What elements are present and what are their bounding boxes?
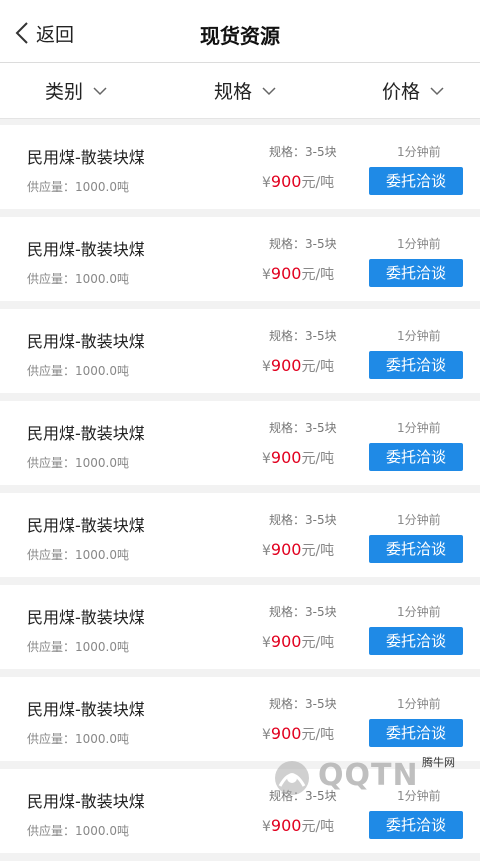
item-price: ¥900元/吨 [262, 724, 334, 744]
item-spec: 规格：3-5块 [269, 329, 337, 343]
list-item[interactable]: 民用煤-散装块煤 供应量：1000.0吨 规格：3-5块 ¥900元/吨 1分钟… [0, 401, 480, 485]
price-value: 900 [270, 540, 302, 559]
item-supply: 供应量：1000.0吨 [27, 732, 129, 746]
price-currency: ¥ [262, 175, 271, 191]
negotiate-button[interactable]: 委托洽谈 [369, 811, 463, 839]
list-item[interactable]: 民用煤-散装块煤 供应量：1000.0吨 规格：3-5块 ¥900元/吨 1分钟… [0, 493, 480, 577]
item-name: 民用煤-散装块煤 [27, 792, 145, 811]
item-supply: 供应量：1000.0吨 [27, 272, 129, 286]
page-title: 现货资源 [200, 24, 280, 48]
price-currency: ¥ [262, 635, 271, 651]
item-name: 民用煤-散装块煤 [27, 148, 145, 167]
price-unit: 元/吨 [301, 819, 335, 835]
item-price: ¥900元/吨 [262, 540, 334, 560]
price-unit: 元/吨 [301, 543, 335, 559]
filter-bar: 类别 规格 价格 [0, 62, 480, 119]
negotiate-button[interactable]: 委托洽谈 [369, 351, 463, 379]
list-item[interactable]: 民用煤-散装块煤 供应量：1000.0吨 规格：3-5块 ¥900元/吨 1分钟… [0, 309, 480, 393]
item-name: 民用煤-散装块煤 [27, 608, 145, 627]
list-item[interactable]: 民用煤-散装块煤 供应量：1000.0吨 规格：3-5块 ¥900元/吨 1分钟… [0, 677, 480, 761]
list-item[interactable]: 民用煤-散装块煤 供应量：1000.0吨 规格：3-5块 ¥900元/吨 1分钟… [0, 125, 480, 209]
negotiate-button[interactable]: 委托洽谈 [369, 259, 463, 287]
price-unit: 元/吨 [301, 359, 335, 375]
item-time: 1分钟前 [397, 145, 441, 159]
negotiate-button[interactable]: 委托洽谈 [369, 719, 463, 747]
item-name: 民用煤-散装块煤 [27, 240, 145, 259]
price-unit: 元/吨 [301, 451, 335, 467]
item-spec: 规格：3-5块 [269, 513, 337, 527]
item-supply: 供应量：1000.0吨 [27, 824, 129, 838]
item-name: 民用煤-散装块煤 [27, 424, 145, 443]
chevron-down-icon [430, 86, 444, 95]
price-unit: 元/吨 [301, 727, 335, 743]
item-time: 1分钟前 [397, 513, 441, 527]
list-item[interactable]: 民用煤-散装块煤 供应量：1000.0吨 规格：3-5块 ¥900元/吨 1分钟… [0, 585, 480, 669]
chevron-down-icon [93, 86, 107, 95]
item-price: ¥900元/吨 [262, 632, 334, 652]
item-spec: 规格：3-5块 [269, 605, 337, 619]
item-supply: 供应量：1000.0吨 [27, 456, 129, 470]
price-value: 900 [270, 724, 302, 743]
price-value: 900 [270, 816, 302, 835]
filter-spec[interactable]: 规格 [214, 77, 276, 104]
price-currency: ¥ [262, 451, 271, 467]
resource-list: 民用煤-散装块煤 供应量：1000.0吨 规格：3-5块 ¥900元/吨 1分钟… [0, 125, 480, 861]
filter-price[interactable]: 价格 [382, 77, 444, 104]
item-time: 1分钟前 [397, 421, 441, 435]
price-value: 900 [270, 632, 302, 651]
negotiate-button[interactable]: 委托洽谈 [369, 443, 463, 471]
price-unit: 元/吨 [301, 635, 335, 651]
item-supply: 供应量：1000.0吨 [27, 640, 129, 654]
price-value: 900 [270, 448, 302, 467]
item-supply: 供应量：1000.0吨 [27, 548, 129, 562]
item-spec: 规格：3-5块 [269, 789, 337, 803]
item-price: ¥900元/吨 [262, 448, 334, 468]
price-currency: ¥ [262, 267, 271, 283]
negotiate-button[interactable]: 委托洽谈 [369, 627, 463, 655]
filter-spec-label: 规格 [214, 81, 253, 103]
list-item[interactable]: 民用煤-散装块煤 供应量：1000.0吨 规格：3-5块 ¥900元/吨 1分钟… [0, 769, 480, 853]
item-spec: 规格：3-5块 [269, 145, 337, 159]
item-time: 1分钟前 [397, 237, 441, 251]
negotiate-button[interactable]: 委托洽谈 [369, 535, 463, 563]
price-currency: ¥ [262, 727, 271, 743]
item-time: 1分钟前 [397, 605, 441, 619]
price-value: 900 [270, 356, 302, 375]
item-name: 民用煤-散装块煤 [27, 516, 145, 535]
negotiate-button[interactable]: 委托洽谈 [369, 167, 463, 195]
item-spec: 规格：3-5块 [269, 237, 337, 251]
price-value: 900 [270, 264, 302, 283]
price-unit: 元/吨 [301, 267, 335, 283]
item-name: 民用煤-散装块煤 [27, 700, 145, 719]
item-price: ¥900元/吨 [262, 356, 334, 376]
item-time: 1分钟前 [397, 789, 441, 803]
price-value: 900 [270, 172, 302, 191]
item-supply: 供应量：1000.0吨 [27, 180, 129, 194]
item-spec: 规格：3-5块 [269, 697, 337, 711]
item-spec: 规格：3-5块 [269, 421, 337, 435]
header: 返回 现货资源 [0, 0, 480, 62]
filter-price-label: 价格 [382, 81, 421, 103]
price-currency: ¥ [262, 819, 271, 835]
price-currency: ¥ [262, 359, 271, 375]
item-supply: 供应量：1000.0吨 [27, 364, 129, 378]
price-unit: 元/吨 [301, 175, 335, 191]
item-price: ¥900元/吨 [262, 264, 334, 284]
filter-category[interactable]: 类别 [45, 77, 107, 104]
price-currency: ¥ [262, 543, 271, 559]
item-price: ¥900元/吨 [262, 172, 334, 192]
chevron-down-icon [262, 86, 276, 95]
item-time: 1分钟前 [397, 697, 441, 711]
item-price: ¥900元/吨 [262, 816, 334, 836]
filter-category-label: 类别 [45, 81, 84, 103]
item-time: 1分钟前 [397, 329, 441, 343]
item-name: 民用煤-散装块煤 [27, 332, 145, 351]
list-item[interactable]: 民用煤-散装块煤 供应量：1000.0吨 规格：3-5块 ¥900元/吨 1分钟… [0, 217, 480, 301]
